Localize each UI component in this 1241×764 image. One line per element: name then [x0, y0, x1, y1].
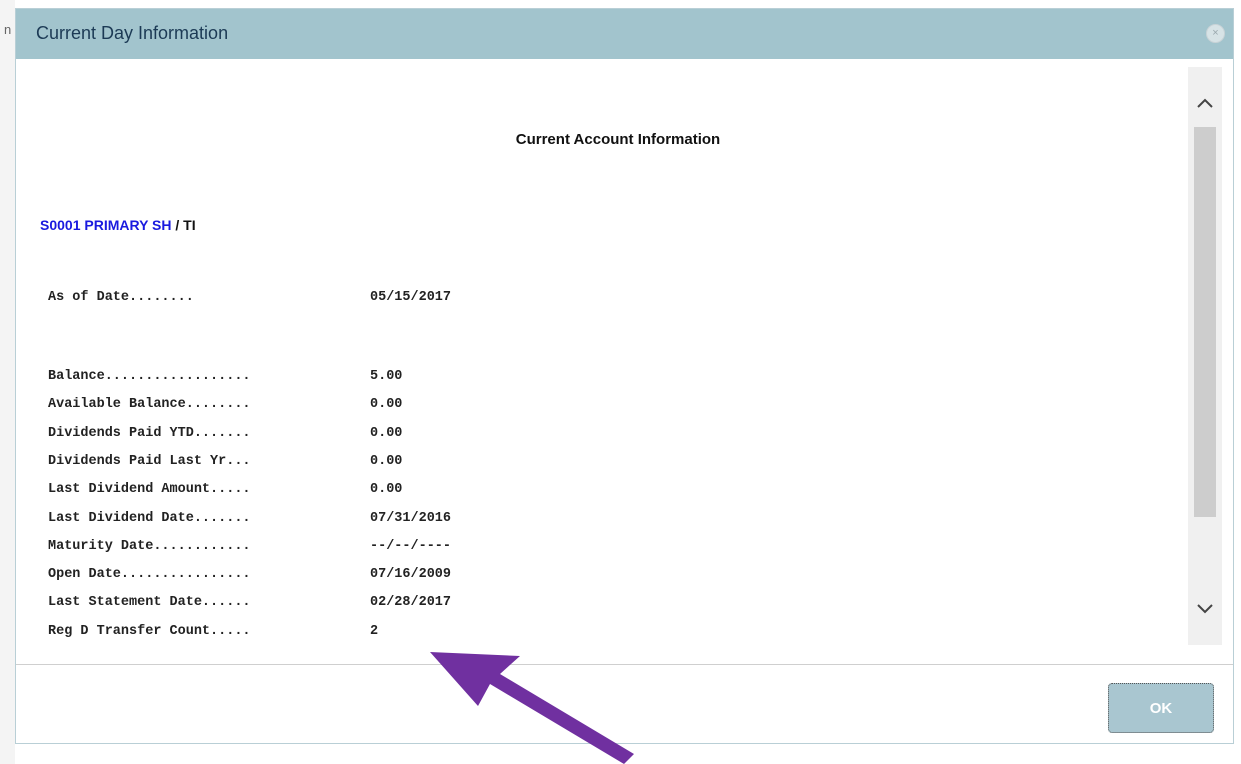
account-suffix: / TI: [171, 217, 196, 233]
field-label: Last Statement Date......: [48, 595, 251, 611]
field-label: Dividends Paid YTD.......: [48, 425, 251, 441]
field-label: Available Balance........: [48, 397, 251, 413]
field-value: 07/16/2009: [370, 567, 452, 583]
page-background-left: n: [0, 0, 15, 764]
arrow-icon: [430, 652, 634, 764]
field-label: Last Dividend Amount.....: [48, 482, 251, 498]
field-value: 07/31/2016: [370, 510, 452, 526]
field-label: Open Date................: [48, 567, 251, 583]
as-of-date-row: As of Date........ 05/15/2017: [48, 290, 451, 310]
as-of-date-label: As of Date........: [48, 290, 194, 305]
field-value: 5.00: [370, 369, 403, 384]
report-area: Current Account Information S0001 PRIMAR…: [16, 59, 1188, 664]
background-text-fragment: n: [4, 22, 12, 37]
scrollbar-thumb[interactable]: [1194, 127, 1216, 517]
field-value: 0.00: [370, 397, 403, 413]
dialog-titlebar: Current Day Information ×: [16, 9, 1233, 59]
ok-button[interactable]: OK: [1108, 683, 1214, 733]
field-label: Balance..................: [48, 369, 251, 384]
vertical-scrollbar[interactable]: [1188, 67, 1222, 645]
as-of-date-value: 05/15/2017: [370, 290, 452, 305]
field-label: Reg D Transfer Count.....: [48, 623, 251, 639]
dialog-content: Current Account Information S0001 PRIMAR…: [16, 59, 1233, 664]
field-value: 0.00: [370, 482, 403, 498]
field-value: --/--/----: [370, 538, 452, 554]
account-link[interactable]: S0001 PRIMARY SH: [40, 217, 172, 233]
current-day-dialog: Current Day Information × Current Accoun…: [15, 8, 1234, 744]
chevron-up-icon[interactable]: [1188, 83, 1222, 123]
field-value: 0.00: [370, 425, 403, 441]
dialog-title: Current Day Information: [36, 23, 229, 43]
report-heading: Current Account Information: [515, 131, 721, 148]
field-value: 02/28/2017: [370, 595, 452, 611]
account-line: S0001 PRIMARY SH / TI: [40, 217, 196, 233]
close-icon[interactable]: ×: [1206, 24, 1225, 43]
field-value: 2: [370, 623, 379, 639]
page-background-top: [0, 0, 1241, 8]
chevron-down-icon[interactable]: [1188, 589, 1222, 629]
field-value: 0.00: [370, 453, 403, 469]
field-label: Last Dividend Date.......: [48, 510, 251, 526]
field-label: Maturity Date............: [48, 538, 251, 554]
field-label: Dividends Paid Last Yr...: [48, 453, 251, 469]
